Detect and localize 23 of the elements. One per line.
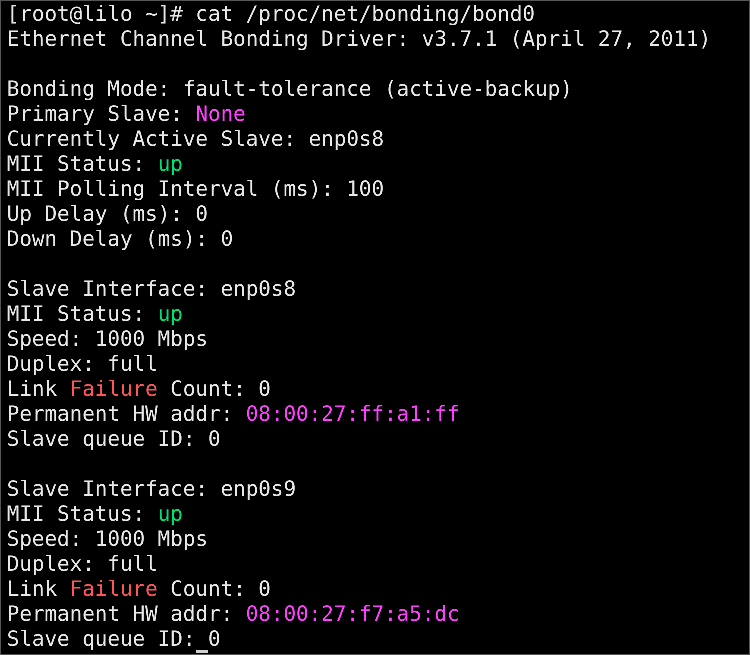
terminal-line: Link Failure Count: 0 <box>7 377 272 402</box>
terminal-line: Permanent HW addr: 08:00:27:ff:a1:ff <box>7 402 460 427</box>
terminal-line: MII Status: up <box>7 502 184 527</box>
terminal-line: Link Failure Count: 0 <box>7 577 272 602</box>
terminal-line: Bonding Mode: fault-tolerance (active-backup) <box>7 77 573 102</box>
terminal-line: [root@lilo ~]# cat /proc/net/bonding/bond0 <box>7 2 536 27</box>
terminal-line: Currently Active Slave: enp0s8 <box>7 127 384 152</box>
terminal-line: Duplex: full <box>7 552 158 577</box>
terminal-line: MII Status: up <box>7 302 184 327</box>
terminal-line: Primary Slave: None <box>7 102 246 127</box>
terminal-line: MII Status: up <box>7 152 184 177</box>
terminal-line: Speed: 1000 Mbps <box>7 527 208 552</box>
terminal-line: Speed: 1000 Mbps <box>7 327 208 352</box>
terminal-line: Ethernet Channel Bonding Driver: v3.7.1 (April 27, 2011) <box>7 27 712 52</box>
terminal-line: Slave queue ID: 0 <box>7 427 221 452</box>
terminal-line: MII Polling Interval (ms): 100 <box>7 177 384 202</box>
terminal-line: Permanent HW addr: 08:00:27:f7:a5:dc <box>7 602 460 627</box>
terminal-line: Slave Interface: enp0s9 <box>7 477 296 502</box>
terminal-line: Duplex: full <box>7 352 158 377</box>
terminal-line: Down Delay (ms): 0 <box>7 227 234 252</box>
terminal-line: Slave queue ID: 0 <box>7 627 221 652</box>
terminal-line: Up Delay (ms): 0 <box>7 202 208 227</box>
terminal-line: Slave Interface: enp0s8 <box>7 277 296 302</box>
